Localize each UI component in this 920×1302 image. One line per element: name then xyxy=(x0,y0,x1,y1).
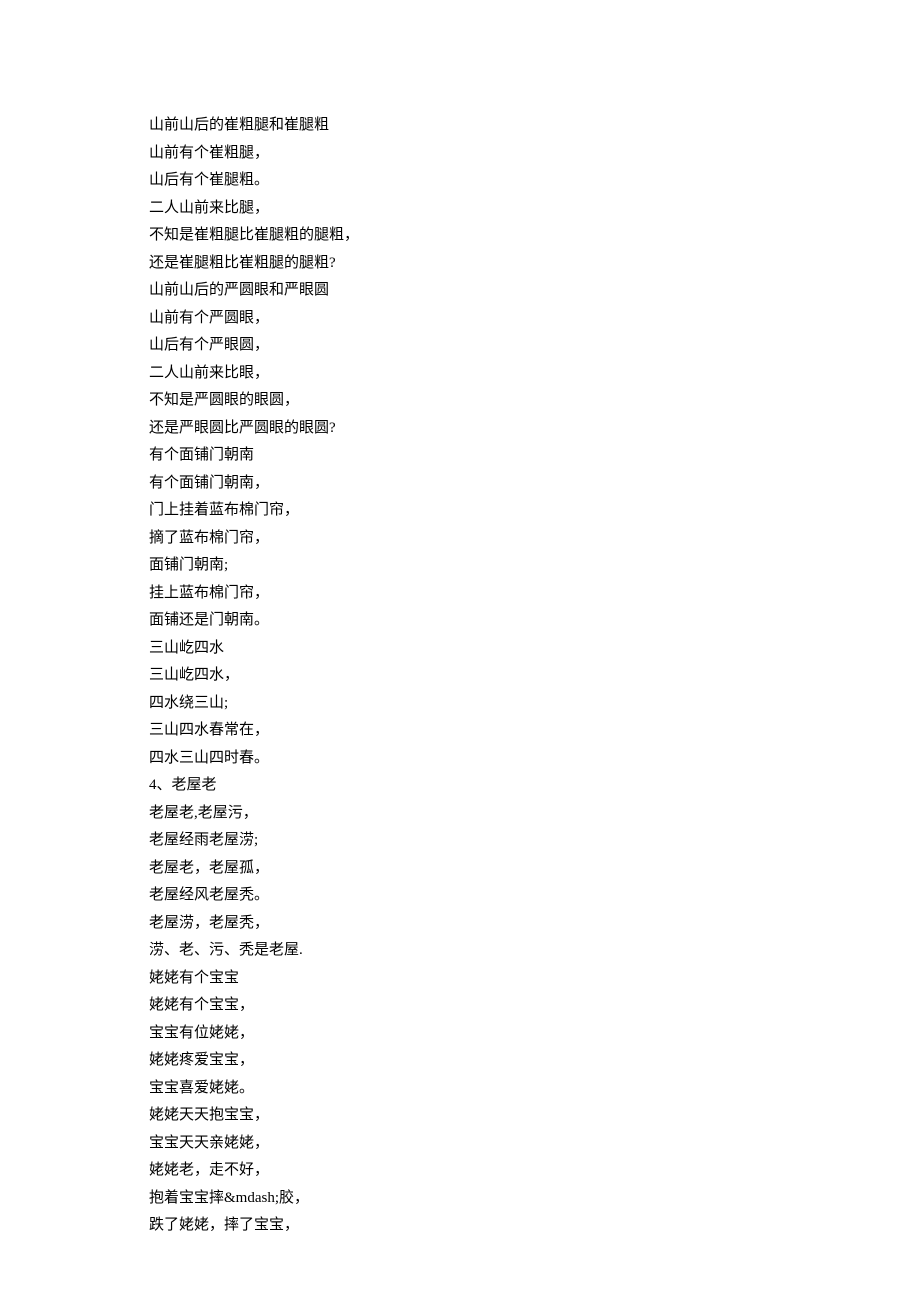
text-line: 山前有个严圆眼， xyxy=(149,305,769,333)
text-line: 姥姥有个宝宝， xyxy=(149,992,769,1020)
text-line: 涝、老、污、秃是老屋. xyxy=(149,937,769,965)
text-line: 山后有个崔腿粗。 xyxy=(149,167,769,195)
text-line: 姥姥疼爱宝宝， xyxy=(149,1047,769,1075)
text-line: 老屋涝，老屋秃， xyxy=(149,910,769,938)
text-line: 有个面铺门朝南 xyxy=(149,442,769,470)
text-line: 姥姥老，走不好， xyxy=(149,1157,769,1185)
text-line: 还是崔腿粗比崔粗腿的腿粗? xyxy=(149,250,769,278)
text-line: 四水三山四时春。 xyxy=(149,745,769,773)
text-line: 老屋经雨老屋涝; xyxy=(149,827,769,855)
text-line: 二人山前来比眼， xyxy=(149,360,769,388)
text-line: 不知是崔粗腿比崔腿粗的腿粗， xyxy=(149,222,769,250)
text-line: 宝宝天天亲姥姥， xyxy=(149,1130,769,1158)
text-line: 三山屹四水， xyxy=(149,662,769,690)
text-line: 老屋老，老屋孤， xyxy=(149,855,769,883)
text-line: 山后有个严眼圆， xyxy=(149,332,769,360)
text-line: 还是严眼圆比严圆眼的眼圆? xyxy=(149,415,769,443)
text-line: 跌了姥姥，摔了宝宝， xyxy=(149,1212,769,1240)
text-line: 有个面铺门朝南， xyxy=(149,470,769,498)
text-line: 4、老屋老 xyxy=(149,772,769,800)
text-line: 老屋经风老屋秃。 xyxy=(149,882,769,910)
text-line: 摘了蓝布棉门帘， xyxy=(149,525,769,553)
text-line: 三山屹四水 xyxy=(149,635,769,663)
text-line: 山前有个崔粗腿， xyxy=(149,140,769,168)
text-line: 挂上蓝布棉门帘， xyxy=(149,580,769,608)
text-line: 姥姥有个宝宝 xyxy=(149,965,769,993)
text-line: 不知是严圆眼的眼圆， xyxy=(149,387,769,415)
text-line: 山前山后的严圆眼和严眼圆 xyxy=(149,277,769,305)
text-line: 面铺门朝南; xyxy=(149,552,769,580)
text-line: 宝宝喜爱姥姥。 xyxy=(149,1075,769,1103)
text-line: 宝宝有位姥姥， xyxy=(149,1020,769,1048)
document-body: 山前山后的崔粗腿和崔腿粗 山前有个崔粗腿， 山后有个崔腿粗。 二人山前来比腿， … xyxy=(0,0,769,1240)
text-line: 门上挂着蓝布棉门帘， xyxy=(149,497,769,525)
text-line: 山前山后的崔粗腿和崔腿粗 xyxy=(149,112,769,140)
text-line: 老屋老,老屋污， xyxy=(149,800,769,828)
text-line: 抱着宝宝摔&mdash;胶， xyxy=(149,1185,769,1213)
text-line: 姥姥天天抱宝宝， xyxy=(149,1102,769,1130)
text-line: 三山四水春常在， xyxy=(149,717,769,745)
text-line: 二人山前来比腿， xyxy=(149,195,769,223)
text-line: 面铺还是门朝南。 xyxy=(149,607,769,635)
text-line: 四水绕三山; xyxy=(149,690,769,718)
